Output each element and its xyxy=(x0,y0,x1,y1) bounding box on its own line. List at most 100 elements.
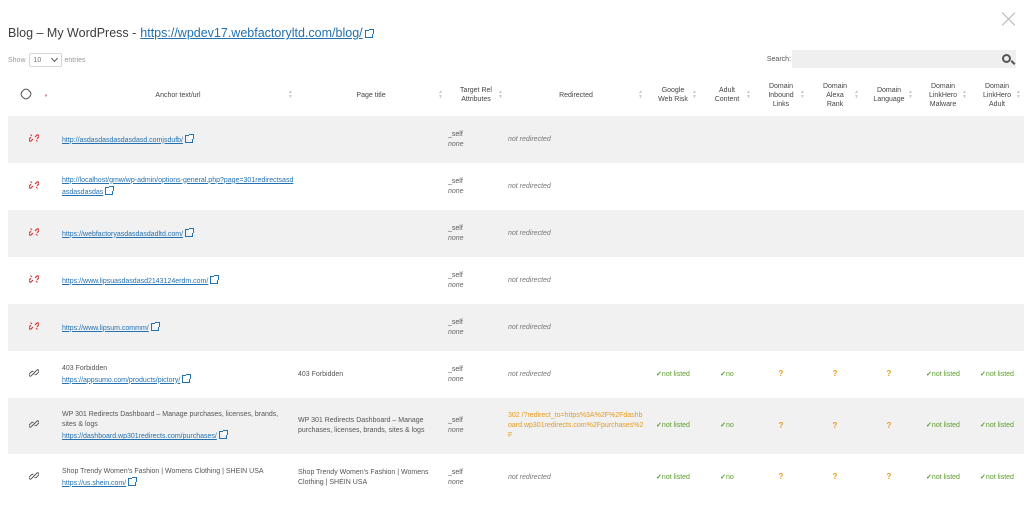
redirected-cell: not redirected xyxy=(506,304,646,351)
anchor-url-link[interactable]: https://www.lipsuasdasdasd2143124erdm.co… xyxy=(62,278,208,285)
col-lh-malware[interactable]: Domain LinkHero Malware ▲ ▼ xyxy=(916,74,970,116)
unknown-icon: ? xyxy=(886,472,892,481)
external-link-icon[interactable] xyxy=(182,373,192,383)
page-header: Blog – My WordPress - https://wpdev17.we… xyxy=(8,24,374,42)
status-cell[interactable] xyxy=(8,351,60,398)
external-link-icon[interactable] xyxy=(364,29,374,38)
rel-value: none xyxy=(448,328,464,336)
redirect-status: not redirected xyxy=(508,370,551,378)
google-cell: ✓not listed xyxy=(646,398,700,454)
lh-malware-cell xyxy=(916,257,970,304)
target-value: _self xyxy=(448,271,463,279)
alexa-cell xyxy=(808,257,862,304)
adult-cell: ✓no xyxy=(700,398,754,454)
status-cell[interactable] xyxy=(8,304,60,351)
sort-icon: ▲ ▼ xyxy=(962,89,967,100)
col-anchor[interactable]: Anchor text/url ▲ ▼ xyxy=(60,74,296,116)
col-redirected[interactable]: Redirected ▲ ▼ xyxy=(506,74,646,116)
anchor-url-link[interactable]: http://localhost/gmw/wp-admin/options-ge… xyxy=(62,177,293,196)
status-cell[interactable] xyxy=(8,163,60,210)
col-adult-label: Adult Content xyxy=(714,87,740,103)
col-status[interactable]: * xyxy=(8,74,60,116)
external-link-icon[interactable] xyxy=(128,476,138,486)
col-alexa-label: Domain Alexa Rank xyxy=(822,82,848,108)
page-title-cell: WP 301 Redirects Dashboard – Manage purc… xyxy=(296,398,446,454)
rel-value: none xyxy=(448,427,464,434)
external-link-icon[interactable] xyxy=(185,133,195,143)
sort-icon: ▲ ▼ xyxy=(498,89,503,100)
lh-adult-cell xyxy=(970,210,1024,257)
anchor-url-link[interactable]: http://asdasdasdasdasdasd.comjsdufb/ xyxy=(62,137,183,144)
entries-length-select[interactable]: 10 xyxy=(28,53,62,67)
status-cell[interactable] xyxy=(8,257,60,304)
rel-value: none xyxy=(448,140,464,148)
lh-adult-cell xyxy=(970,257,1024,304)
inbound-cell xyxy=(754,257,808,304)
search-input[interactable] xyxy=(792,50,1016,68)
sort-icon: ▲ ▼ xyxy=(908,89,913,100)
broken-link-icon xyxy=(29,321,39,330)
google-cell: ✓not listed xyxy=(646,351,700,398)
status-cell[interactable] xyxy=(8,116,60,163)
col-inbound-label: Domain Inbound Links xyxy=(768,82,794,108)
rel-value: none xyxy=(448,281,464,289)
external-link-icon[interactable] xyxy=(185,227,195,237)
external-link-icon[interactable] xyxy=(105,185,115,195)
status-text: not listed xyxy=(931,422,960,429)
redirect-status: not redirected xyxy=(508,473,551,481)
unknown-icon: ? xyxy=(886,420,892,430)
inbound-cell xyxy=(754,116,808,163)
col-language-label: Domain Language xyxy=(873,87,905,103)
page-title-cell: Shop Trendy Women's Fashion | Womens Clo… xyxy=(298,468,429,486)
anchor-url-link[interactable]: https://www.lipsum.commm/ xyxy=(62,325,149,332)
external-link-icon[interactable] xyxy=(210,274,220,284)
language-cell xyxy=(862,210,916,257)
anchor-url-link[interactable]: https://us.shein.com/ xyxy=(62,480,126,487)
unknown-icon: ? xyxy=(778,369,784,378)
anchor-url-link[interactable]: https://appsumo.com/products/pictory/ xyxy=(62,377,180,384)
adult-cell xyxy=(700,163,754,210)
page-title-cell xyxy=(296,163,446,210)
col-page-title-label: Page title xyxy=(356,91,386,99)
col-adult[interactable]: Adult Content ▲ ▼ xyxy=(700,74,754,116)
table-row: Shop Trendy Women's Fashion | Womens Clo… xyxy=(8,454,1024,501)
lh-malware-cell xyxy=(916,304,970,351)
length-control: Show 10 entries xyxy=(8,53,86,67)
col-lh-adult-label: Domain LinkHero Adult xyxy=(982,82,1011,108)
anchor-cell: 403 Forbidden https://appsumo.com/product… xyxy=(60,351,296,398)
anchor-url-link[interactable]: https://dashboard.wp301redirects.com/pur… xyxy=(62,433,217,440)
google-cell xyxy=(646,210,700,257)
col-target-rel[interactable]: Target Rel Attributes ▲ ▼ xyxy=(446,74,506,116)
redirected-cell: not redirected xyxy=(506,454,646,501)
table-row: https://webfactoryasdasdasdadltd.com/ _se… xyxy=(8,210,1024,257)
col-language[interactable]: Domain Language ▲ ▼ xyxy=(862,74,916,116)
alexa-cell xyxy=(808,210,862,257)
alexa-cell: ? xyxy=(808,454,862,501)
target-value: _self xyxy=(448,468,463,476)
alexa-cell: ? xyxy=(808,398,862,454)
col-inbound[interactable]: Domain Inbound Links ▲ ▼ xyxy=(754,74,808,116)
redirect-status: not redirected xyxy=(508,182,551,190)
blog-url-link[interactable]: https://wpdev17.webfactoryltd.com/blog/ xyxy=(140,26,362,40)
table-controls: Show 10 entries Search: xyxy=(8,50,1016,68)
status-text: no xyxy=(726,370,734,378)
external-link-icon[interactable] xyxy=(150,321,160,331)
status-cell[interactable] xyxy=(8,454,60,501)
sort-icon: ▲ ▼ xyxy=(638,89,643,100)
col-page-title[interactable]: Page title ▲ ▼ xyxy=(296,74,446,116)
col-alexa[interactable]: Domain Alexa Rank ▲ ▼ xyxy=(808,74,862,116)
status-cell[interactable] xyxy=(8,210,60,257)
external-link-icon[interactable] xyxy=(218,430,228,439)
target-rel-cell: _self none xyxy=(446,163,506,210)
redirected-cell: not redirected xyxy=(506,163,646,210)
col-lh-adult[interactable]: Domain LinkHero Adult ▲ ▼ xyxy=(970,74,1024,116)
status-cell[interactable] xyxy=(8,398,60,454)
search-icon[interactable] xyxy=(1002,54,1011,63)
unknown-icon: ? xyxy=(778,472,784,481)
status-text: no xyxy=(726,473,734,481)
language-cell xyxy=(862,304,916,351)
close-icon[interactable] xyxy=(1002,12,1016,26)
anchor-url-link[interactable]: https://webfactoryasdasdasdadltd.com/ xyxy=(62,231,183,238)
col-google[interactable]: Google Web Risk ▲ ▼ xyxy=(646,74,700,116)
rel-value: none xyxy=(448,187,464,195)
